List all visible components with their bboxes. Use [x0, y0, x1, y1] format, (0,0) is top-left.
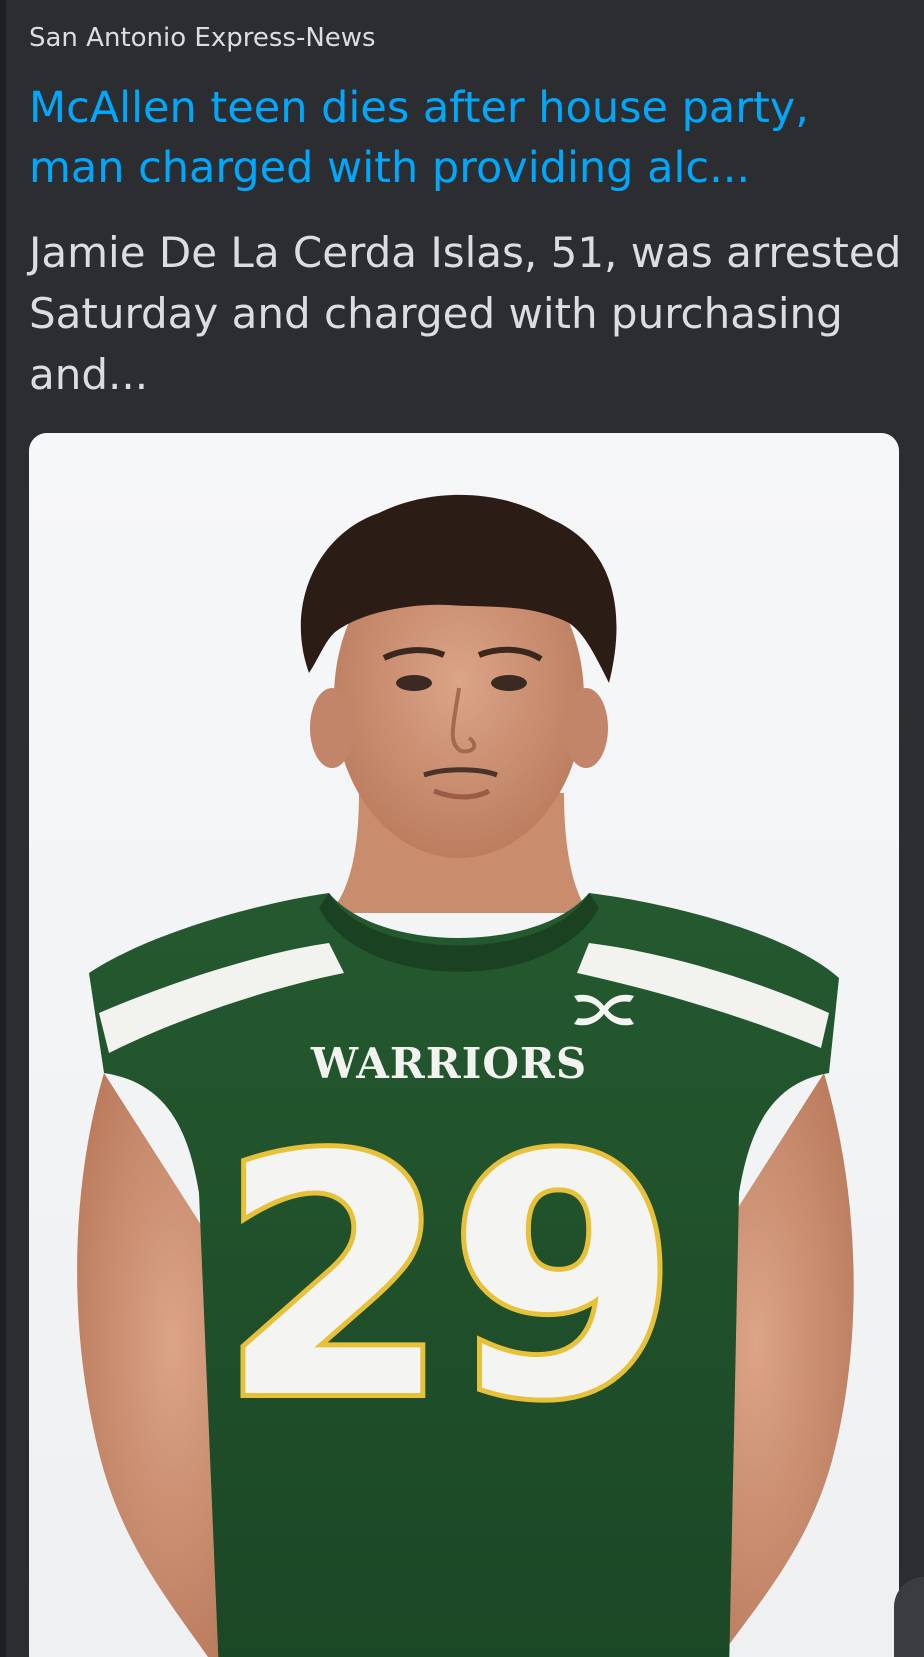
jersey-number: 29 — [219, 1087, 678, 1471]
link-embed: San Antonio Express-News McAllen teen di… — [0, 0, 924, 1657]
embed-provider[interactable]: San Antonio Express-News — [29, 18, 376, 58]
embed-description: Jamie De La Cerda Islas, 51, was arreste… — [29, 228, 902, 399]
eye-left — [396, 675, 432, 691]
ear-right — [564, 688, 608, 768]
eye-right — [491, 675, 527, 691]
embed-title-link[interactable]: McAllen teen dies after house party, man… — [29, 78, 909, 198]
player-photo: WARRIORS 29 — [29, 433, 899, 1657]
embed-thumbnail[interactable]: WARRIORS 29 — [29, 433, 899, 1657]
ear-left — [310, 688, 354, 768]
jersey-team-text: WARRIORS — [310, 1039, 587, 1088]
scroll-indicator — [894, 1577, 924, 1657]
